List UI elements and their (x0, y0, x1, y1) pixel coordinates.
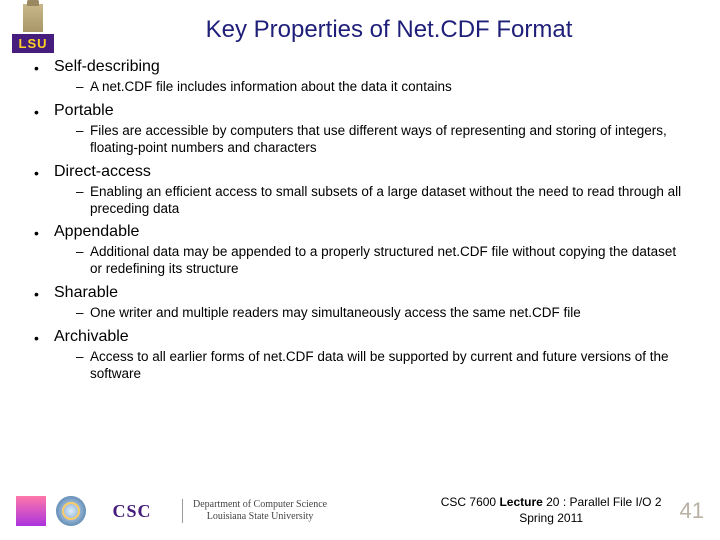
bullet-desc: Additional data may be appended to a pro… (76, 244, 690, 278)
department-text: Department of Computer Science Louisiana… (182, 499, 327, 523)
bullet-desc: A net.CDF file includes information abou… (76, 79, 690, 96)
bullet-item: Direct-access Enabling an efficient acces… (34, 163, 690, 221)
bullet-term: Self-describing (54, 58, 160, 75)
cct-logo (16, 496, 46, 526)
bullet-item: Portable Files are accessible by computer… (34, 102, 690, 160)
slide-content: Self-describing A net.CDF file includes i… (0, 58, 720, 386)
bullet-desc: Files are accessible by computers that u… (76, 123, 690, 157)
page-number: 41 (680, 498, 704, 524)
bullet-desc: Access to all earlier forms of net.CDF d… (76, 349, 690, 383)
lsu-logo: LSU (12, 4, 54, 60)
bullet-desc: Enabling an efficient access to small su… (76, 184, 690, 218)
bullet-item: Appendable Additional data may be appende… (34, 223, 690, 281)
footer: CSC Department of Computer Science Louis… (0, 488, 720, 534)
bullet-term: Direct-access (54, 163, 151, 180)
bullet-item: Archivable Access to all earlier forms of… (34, 328, 690, 386)
bullet-term: Sharable (54, 284, 118, 301)
lsu-text: LSU (12, 34, 54, 53)
bullet-term: Portable (54, 102, 114, 119)
csc-logo: CSC (96, 497, 168, 525)
bullet-item: Self-describing A net.CDF file includes i… (34, 58, 690, 99)
nsf-logo (56, 496, 86, 526)
lecture-info: CSC 7600 Lecture 20 : Parallel File I/O … (441, 495, 662, 526)
bullet-term: Appendable (54, 223, 139, 240)
bullet-term: Archivable (54, 328, 129, 345)
bullet-item: Sharable One writer and multiple readers … (34, 284, 690, 325)
bullet-desc: One writer and multiple readers may simu… (76, 305, 690, 322)
slide-title: Key Properties of Net.CDF Format (0, 0, 720, 58)
